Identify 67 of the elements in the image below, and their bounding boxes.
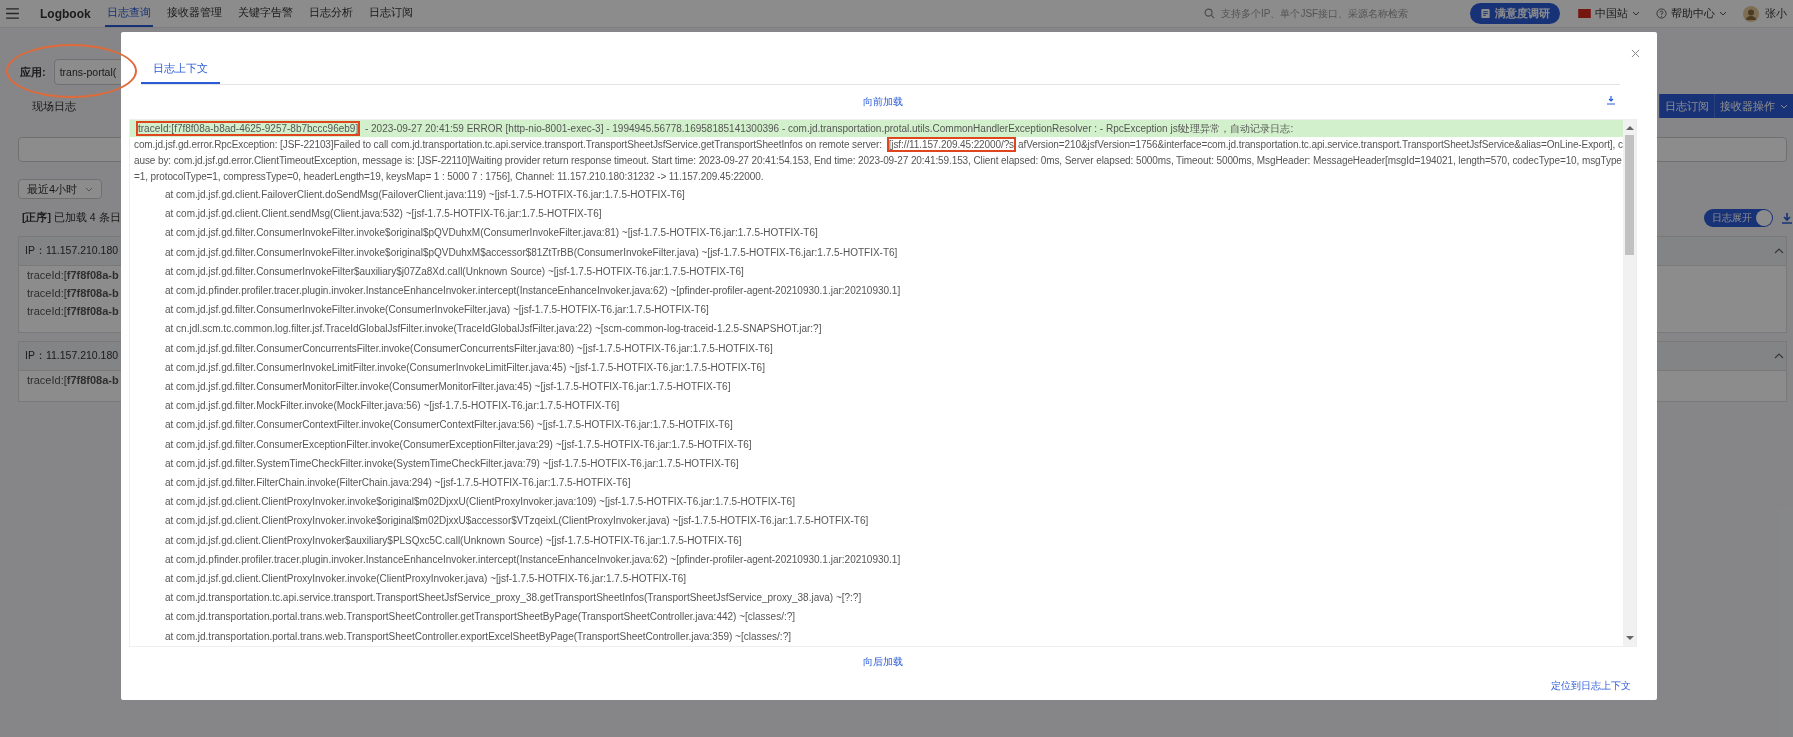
caret-icon: [85, 186, 93, 192]
app-label: 应用:: [20, 64, 46, 80]
scroll-down-icon[interactable]: [1625, 635, 1634, 641]
log-line: at com.jd.jsf.gd.filter.ConsumerConcurrentsFilter.invoke(ConsumerConcurrentsFilter.java:80) ~[jsf-1.7.5-HOTFIX-T6.jar:1.7.5-HOTFIX-T6]: [164, 341, 774, 356]
close-icon[interactable]: [1631, 49, 1640, 58]
load-status: [正序] 已加载 4 条日: [21, 210, 121, 225]
action-button[interactable]: 接收器操作: [1714, 94, 1793, 118]
nav-tab[interactable]: 日志查询: [104, 0, 153, 27]
log-line: at com.jd.jsf.gd.filter.ConsumerInvokeFilter.invoke$original$pQVDuhxM(ConsumerInvokeFilter.java:81) ~[jsf-1.7.5-HOTFIX-T6.jar:1.7.5-HOTFIX-T6]: [164, 226, 819, 241]
chevron-up-icon[interactable]: [1774, 248, 1784, 254]
log-line: at com.jd.jsf.gd.filter.ConsumerMonitorFilter.invoke(ConsumerMonitorFilter.java:45) ~[jsf-1.7.5-HOTFIX-T6.jar:1.7.5-HOTFIX-T6]: [164, 380, 732, 395]
log-line: at com.jd.transportation.tc.api.service.transport.TransportSheetJsfService_proxy_38.getTransportSheetInfos(TransportSheetJsfService_proxy_38.java) ~[?:?]: [164, 591, 863, 606]
log-line: at com.jd.jsf.gd.client.ClientProxyInvoker.invoke(ClientProxyInvoker.java) ~[jsf-1.7.5-HOTFIX-T6.jar:1.7.5-HOTFIX-T6]: [164, 572, 687, 587]
dialog-tab[interactable]: 日志上下文: [141, 54, 220, 84]
search-icon: [1204, 8, 1215, 19]
load-later-link[interactable]: 向后加载: [863, 654, 903, 669]
log-line: at com.jd.jsf.gd.filter.MockFilter.invoke(MockFilter.java:56) ~[jsf-1.7.5-HOTFIX-T6.jar:1.7.5-HOTFIX-T6]: [164, 399, 621, 414]
log-line: at com.jd.jsf.gd.filter.ConsumerInvokeFilter.invoke(ConsumerInvokeFilter.java) ~[jsf-1.7.5-HOTFIX-T6.jar:1.7.5-HOTFIX-T6]: [164, 303, 710, 318]
log-line: at com.jd.jsf.gd.client.ClientProxyInvoker.invoke$original$m02DjxxU(ClientProxyInvoker.java:109) ~[jsf-1.7.5-HOTFIX-T6.jar:1.7.5-HOTFIX-T6]: [164, 495, 796, 510]
nav-tab[interactable]: 关键字告警: [235, 0, 295, 27]
help-icon: [1656, 8, 1667, 19]
download-icon[interactable]: [1606, 95, 1616, 105]
region-selector[interactable]: 中国站: [1578, 6, 1640, 21]
clipboard-icon: [1480, 8, 1491, 19]
caret-icon: [1780, 103, 1788, 109]
nav-tab[interactable]: 日志分析: [306, 0, 355, 27]
log-line: at com.jd.jsf.gd.filter.ConsumerInvokeLimitFilter.invoke(ConsumerInvokeLimitFilter.java:45) ~[jsf-1.7.5-HOTFIX-T6.jar:1.7.5-HOTFIX-T6]: [164, 360, 766, 375]
ip-label: IP：11.157.210.180: [25, 349, 119, 363]
brand-name: Logbook: [40, 6, 91, 21]
ip-label: IP：11.157.210.180: [25, 244, 119, 258]
log-line: at com.jd.jsf.gd.client.FailoverClient.doSendMsg(FailoverClient.java:119) ~[jsf-1.7.5-HOTFIX-T6.jar:1.7.5-HOTFIX-T6]: [164, 188, 686, 202]
help-menu[interactable]: 帮助中心: [1656, 6, 1727, 21]
log-line: at com.jd.jsf.gd.client.ClientProxyInvoker.invoke$original$m02DjxxU$accessor$VTzqeixL(ClientProxyInvoker.java) ~[jsf-1.7.5-HOTFIX-T6.jar:1.7.5-HOTFIX-T6]: [164, 514, 870, 529]
log-line: at com.jd.jsf.gd.filter.FilterChain.invoke(FilterChain.java:294) ~[jsf-1.7.5-HOTFIX-T6.jar:1.7.5-HOTFIX-T6]: [164, 476, 632, 491]
log-line: at com.jd.pfinder.profiler.tracer.plugin.invoker.InstanceEnhanceInvoker.intercept(InstanceEnhanceInvoker.java:62) ~[pfinder-profiler-agent-20210930.1.jar:20210930.1]: [164, 552, 902, 567]
menu-icon[interactable]: [6, 8, 19, 19]
log-line: com.jd.jsf.gd.error.RpcException: [JSF-22103]Failed to call com.jd.transportation.tc.api.service.transport.TransportSheetJsfService.getTransportSheetInfos on remote server: [jsf://11.157.209.45:22000/?s afVersion=210&jsfVersion=1756&interface=com.jd.transportation.tc.api.service.transport.TransportSheetJsfService&alias=OnLine-Export], cause by: com.jd.jsf.gd.error.ClientTimeoutException, message is: [JSF-22110]Waiting provider return response timeout. Start time: 2023-09-27 20:41:54.153, End time: 2023-09-27 20:41:59.153, Client elapsed: 0ms, Server elapsed: 5000ms, Timeout: 5000ms, MsgHeader: MessageHeader[msgId=194021, length=570, codecType=10, msgType=1, protocolType=1, compressType=0, headerLength=19, keysMap= 1 : 5000 7 : 1756], Channel: 11.157.210.180:31232 -> 11.157.209.45:22000.: [133, 138, 1623, 184]
scrollbar-thumb[interactable]: [1625, 135, 1634, 255]
scrollbar[interactable]: [1623, 120, 1636, 646]
user-name: 张小: [1765, 6, 1787, 21]
log-line: at com.jd.jsf.gd.client.Client.sendMsg(Client.java:532) ~[jsf-1.7.5-HOTFIX-T6.jar:1.7.5-HOTFIX-T6]: [164, 207, 603, 222]
view-tab[interactable]: 现场日志: [18, 98, 76, 114]
scroll-up-icon[interactable]: [1625, 125, 1634, 130]
flag-icon: [1578, 9, 1591, 18]
log-line: at com.jd.jsf.gd.filter.ConsumerExceptionFilter.invoke(ConsumerExceptionFilter.java:29) ~[jsf-1.7.5-HOTFIX-T6.jar:1.7.5-HOTFIX-T6]: [164, 437, 753, 452]
log-line: at cn.jdl.scm.tc.common.log.filter.jsf.TraceIdGlobalJsfFilter.invoke(TraceIdGlobalJsfFilter.java:22) ~[scm-common-log-traceid-1.2.5-SNAPSHOT.jar:?]: [164, 322, 823, 337]
log-line: at com.jd.jsf.gd.client.ClientProxyInvoker$auxiliary$PLSQxc5C.call(Unknown Source) ~[jsf-1.7.5-HOTFIX-T6.jar:1.7.5-HOTFIX-T6]: [164, 533, 743, 548]
log-line: at com.jd.jsf.gd.filter.ConsumerContextFilter.invoke(ConsumerContextFilter.java:56) ~[jsf-1.7.5-HOTFIX-T6.jar:1.7.5-HOTFIX-T6]: [164, 418, 734, 433]
expand-toggle[interactable]: 日志展开: [1704, 208, 1773, 227]
log-line: at com.jd.pfinder.profiler.tracer.plugin.invoker.InstanceEnhanceInvoker.intercept(InstanceEnhanceInvoker.java:62) ~[pfinder-profiler-agent-20210930.1.jar:20210930.1]: [164, 284, 902, 298]
log-line: at com.jd.jsf.gd.filter.ConsumerInvokeFilter.invoke$original$pQVDuhxM$accessor$81ZtTrBB(ConsumerInvokeFilter.java) ~[jsf-1.7.5-HOTFIX-T6.jar:1.7.5-HOTFIX-T6]: [164, 245, 899, 260]
time-range-select[interactable]: 最近4小时: [18, 179, 102, 199]
load-earlier-link[interactable]: 向前加载: [863, 95, 903, 109]
log-line: at com.jd.transportation.portal.trans.web.TransportSheetController.exportExcelSheetByPage(TransportSheetController.java:359) ~[classes/:?]: [164, 629, 792, 644]
action-button[interactable]: 日志订阅: [1659, 94, 1714, 118]
caret-icon: [1632, 11, 1640, 16]
locate-context-link[interactable]: 定位到日志上下文: [1551, 678, 1631, 693]
survey-button[interactable]: 满意度调研: [1470, 3, 1560, 24]
chevron-up-icon[interactable]: [1774, 353, 1784, 359]
log-line: at com.jd.jsf.gd.filter.ConsumerInvokeFilter$auxiliary$j07Za8Xd.call(Unknown Source) ~[jsf-1.7.5-HOTFIX-T6.jar:1.7.5-HOTFIX-T6]: [164, 264, 745, 279]
nav-tab[interactable]: 接收器管理: [164, 0, 224, 27]
caret-icon: [1719, 11, 1727, 16]
log-line: at com.jd.jsf.gd.filter.SystemTimeCheckFilter.invoke(SystemTimeCheckFilter.java:79) ~[jsf-1.7.5-HOTFIX-T6.jar:1.7.5-HOTFIX-T6]: [164, 456, 740, 471]
nav-tab[interactable]: 日志订阅: [366, 0, 415, 27]
download-icon[interactable]: [1781, 211, 1793, 224]
avatar-icon[interactable]: [1743, 5, 1759, 22]
log-line: at com.jd.transportation.portal.trans.web.TransportSheetController.getTransportSheetByPage(TransportSheetController.java:442) ~[classes/:?]: [164, 610, 797, 625]
